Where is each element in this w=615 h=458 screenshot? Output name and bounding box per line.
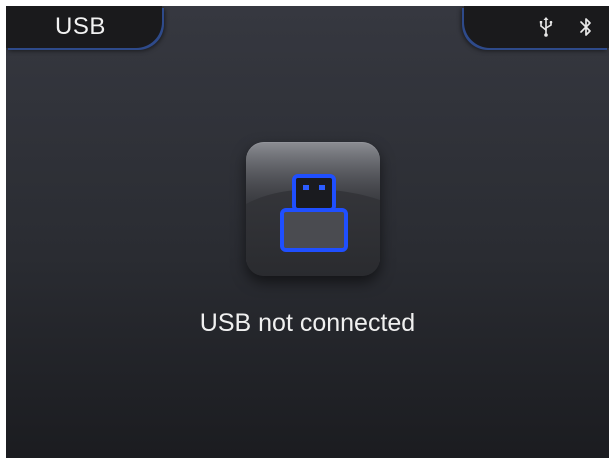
header-title-tab: USB <box>6 6 162 48</box>
page-title: USB <box>55 13 106 40</box>
usb-drive-icon <box>280 174 348 252</box>
usb-icon <box>539 17 553 37</box>
usb-drive-tile <box>246 142 380 276</box>
status-bar <box>464 6 609 48</box>
usb-screen: USB USB not connected <box>6 6 609 458</box>
bluetooth-icon <box>580 18 591 36</box>
status-message: USB not connected <box>199 309 416 337</box>
